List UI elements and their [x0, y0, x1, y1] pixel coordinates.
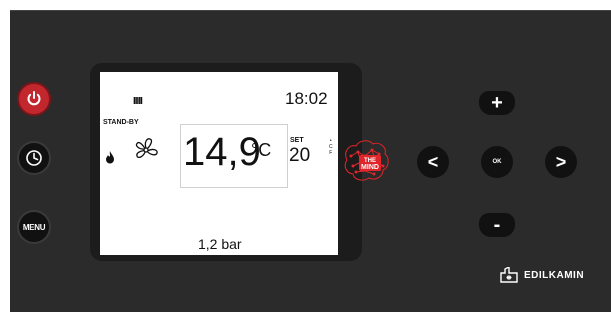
the-mind-logo: THE MIND	[341, 138, 391, 184]
edilkamin-brand: EDILKAMIN	[500, 267, 584, 283]
the-mind-bottom: MIND	[361, 164, 379, 171]
ok-label: OK	[492, 159, 502, 165]
menu-button[interactable]: MENU	[17, 210, 51, 244]
fan-icon	[135, 138, 158, 159]
status-text: STAND-BY	[103, 119, 139, 126]
minus-label: -	[493, 213, 501, 236]
plus-button[interactable]: +	[479, 91, 515, 115]
power-button[interactable]	[17, 82, 51, 116]
ok-button[interactable]: OK	[481, 146, 513, 178]
set-value: 20	[289, 145, 311, 166]
clock-button[interactable]	[17, 141, 51, 175]
right-label: >	[555, 151, 567, 172]
clock-icon	[26, 150, 42, 166]
brain-icon: THE MIND	[344, 140, 389, 181]
set-label: SET	[290, 137, 304, 144]
minus-button[interactable]: -	[479, 213, 515, 237]
clock-time: 18:02	[285, 89, 328, 108]
temperature-value: 14,9	[183, 130, 261, 174]
flame-icon	[106, 151, 114, 164]
left-button[interactable]: <	[417, 146, 449, 178]
lcd-screen: IIIII 18:02 STAND-BY 14,9 °C SET 20 • C …	[100, 72, 338, 255]
unit-f: F	[329, 150, 333, 156]
right-button[interactable]: >	[545, 146, 577, 178]
edilkamin-logo-icon	[500, 267, 518, 283]
temperature-unit: °C	[251, 140, 272, 160]
heater-power-bars: IIIII	[133, 96, 143, 107]
unit-indicator: • C F	[329, 138, 333, 156]
pressure-value: 1,2 bar	[198, 236, 242, 252]
menu-button-label: MENU	[22, 222, 46, 232]
plus-label: +	[491, 91, 503, 114]
brand-name: EDILKAMIN	[524, 269, 585, 281]
left-label: <	[427, 151, 439, 172]
power-icon	[27, 91, 41, 106]
